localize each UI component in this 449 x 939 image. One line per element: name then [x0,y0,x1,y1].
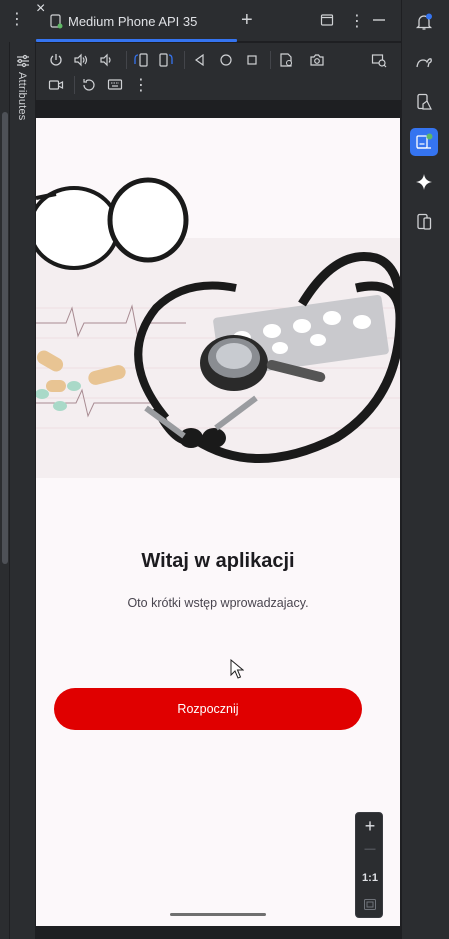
left-top-corner: ⋮ [0,0,36,42]
gradle-icon[interactable] [410,48,438,76]
record-icon[interactable] [47,76,65,94]
more-vertical-icon[interactable]: ⋮ [9,12,25,28]
gemini-icon[interactable] [410,168,438,196]
restore-icon[interactable] [320,13,334,27]
medical-hero-image [36,177,400,478]
welcome-title: Witaj w aplikacji [141,550,295,572]
fold-icon[interactable] [277,51,295,69]
tab-bar: Medium Phone API 35 × + ⋮ [36,0,401,42]
tab-title: Medium Phone API 35 [68,14,198,29]
active-tab-indicator [36,39,237,42]
notifications-icon[interactable] [410,8,438,36]
reset-icon[interactable] [80,76,98,94]
back-icon[interactable] [191,51,209,69]
zoom-in-button[interactable]: + [356,816,384,837]
more-vertical-icon[interactable]: ⋮ [349,11,365,31]
volume-up-icon[interactable] [72,51,90,69]
minimize-icon[interactable] [372,15,386,25]
phone-screen[interactable]: Witaj w aplikacji Oto krótki wstęp wprow… [36,118,400,926]
volume-down-icon[interactable] [97,51,115,69]
keyboard-icon[interactable] [106,76,124,94]
attributes-panel: Attributes [10,42,36,939]
gesture-home-bar[interactable] [170,913,266,916]
rotate-left-icon[interactable] [132,51,150,69]
attributes-tab-label[interactable]: Attributes [16,72,28,120]
emulator-toolbar: ⋮ [36,43,401,101]
intro-subtitle: Oto krótki wstęp wprowadzajacy. [127,596,309,610]
running-devices-icon[interactable] [410,128,438,156]
add-tab-icon[interactable]: + [241,10,253,30]
device-mirroring-icon[interactable] [410,208,438,236]
zoom-one-to-one-button[interactable]: 1:1 [356,872,384,884]
fit-screen-icon[interactable] [356,897,384,915]
device-manager-icon[interactable] [410,88,438,116]
left-scrollbar[interactable] [2,112,8,564]
right-tool-strip [401,0,449,939]
left-edge-strip [0,0,10,939]
camera-icon[interactable] [308,51,326,69]
snapshot-icon[interactable] [370,51,388,69]
power-icon[interactable] [47,51,65,69]
rotate-right-icon[interactable] [157,51,175,69]
home-icon[interactable] [217,51,235,69]
zoom-out-button[interactable]: — [356,843,384,855]
tab-medium-phone[interactable]: Medium Phone API 35 [36,0,236,42]
phone-device-icon [50,14,63,29]
start-button[interactable]: Rozpocznij [54,688,362,730]
mouse-cursor-icon [230,659,244,679]
more-vertical-icon[interactable]: ⋮ [132,76,150,94]
tune-icon[interactable] [16,54,30,68]
zoom-control: + — 1:1 [355,812,383,918]
overview-icon[interactable] [243,51,261,69]
